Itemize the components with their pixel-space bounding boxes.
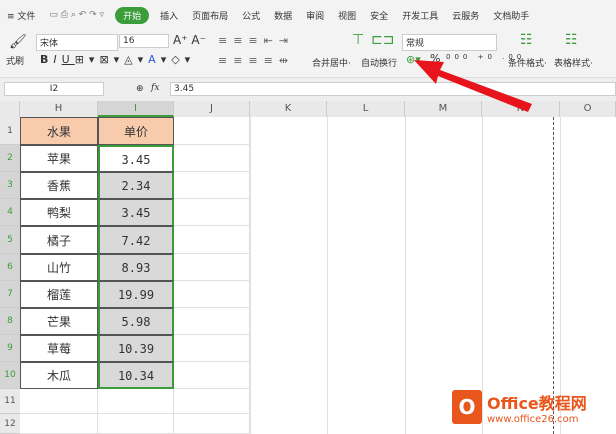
watermark-brand: Office教程网	[487, 393, 587, 413]
watermark-url: www.office26.com	[487, 413, 579, 425]
red-arrow-annotation	[414, 60, 532, 112]
office-logo-icon: O	[452, 390, 482, 424]
watermark: O Office教程网 www.office26.com	[452, 384, 616, 430]
